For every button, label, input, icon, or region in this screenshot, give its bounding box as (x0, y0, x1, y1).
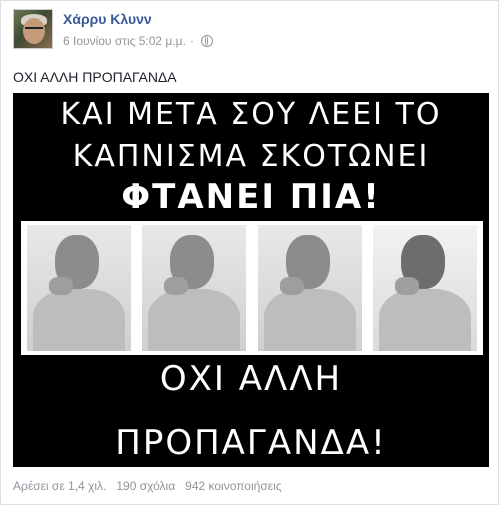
globe-icon[interactable] (200, 35, 213, 47)
post-timestamp[interactable]: 6 Ιουνίου στις 5:02 μ.μ. (63, 34, 186, 48)
likes-count[interactable]: Αρέσει σε 1,4 χιλ. (13, 479, 106, 493)
photo-4 (372, 225, 477, 351)
post-card: Χάρρυ Κλυνν 6 Ιουνίου στις 5:02 μ.μ. · Ο… (0, 0, 499, 505)
author-avatar[interactable] (13, 9, 53, 49)
photo-suit (33, 289, 125, 351)
photo-hand (279, 277, 304, 295)
image-text-line5: ΠΡΟΠΑΓΑΝΔΑ! (115, 423, 387, 463)
photo-3 (257, 225, 362, 351)
photo-strip (21, 221, 483, 355)
post-meta: 6 Ιουνίου στις 5:02 μ.μ. · (63, 34, 213, 48)
post-stats: Αρέσει σε 1,4 χιλ. 190 σχόλια 942 κοινοπ… (13, 479, 282, 493)
image-text-line4: ΟΧΙ ΑΛΛΗ (159, 359, 343, 399)
image-text-line3: ΦΤΑΝΕΙ ΠΙΑ! (121, 177, 381, 217)
comments-count[interactable]: 190 σχόλια (116, 479, 175, 493)
photo-1 (27, 225, 131, 351)
avatar-glasses (25, 27, 43, 33)
photo-suit (263, 289, 356, 351)
photo-suit (378, 289, 471, 351)
author-name[interactable]: Χάρρυ Κλυνν (63, 11, 152, 27)
photo-hand (49, 277, 73, 295)
meta-separator: · (189, 34, 194, 48)
photo-hand (394, 277, 419, 295)
image-text-line2: ΚΑΠΝΙΣΜΑ ΣΚΟΤΩΝΕΙ (72, 139, 430, 174)
photo-2 (142, 225, 247, 351)
image-text-line1: ΚΑΙ ΜΕΤΑ ΣΟΥ ΛΕΕΙ ΤΟ (60, 97, 442, 132)
post-text: ΟΧΙ ΑΛΛΗ ΠΡΟΠΑΓΑΝΔΑ (13, 69, 177, 85)
post-image[interactable]: ΚΑΙ ΜΕΤΑ ΣΟΥ ΛΕΕΙ ΤΟ ΚΑΠΝΙΣΜΑ ΣΚΟΤΩΝΕΙ Φ… (13, 93, 489, 467)
photo-hand (164, 277, 189, 295)
shares-count[interactable]: 942 κοινοποιήσεις (185, 479, 281, 493)
photo-suit (148, 289, 241, 351)
